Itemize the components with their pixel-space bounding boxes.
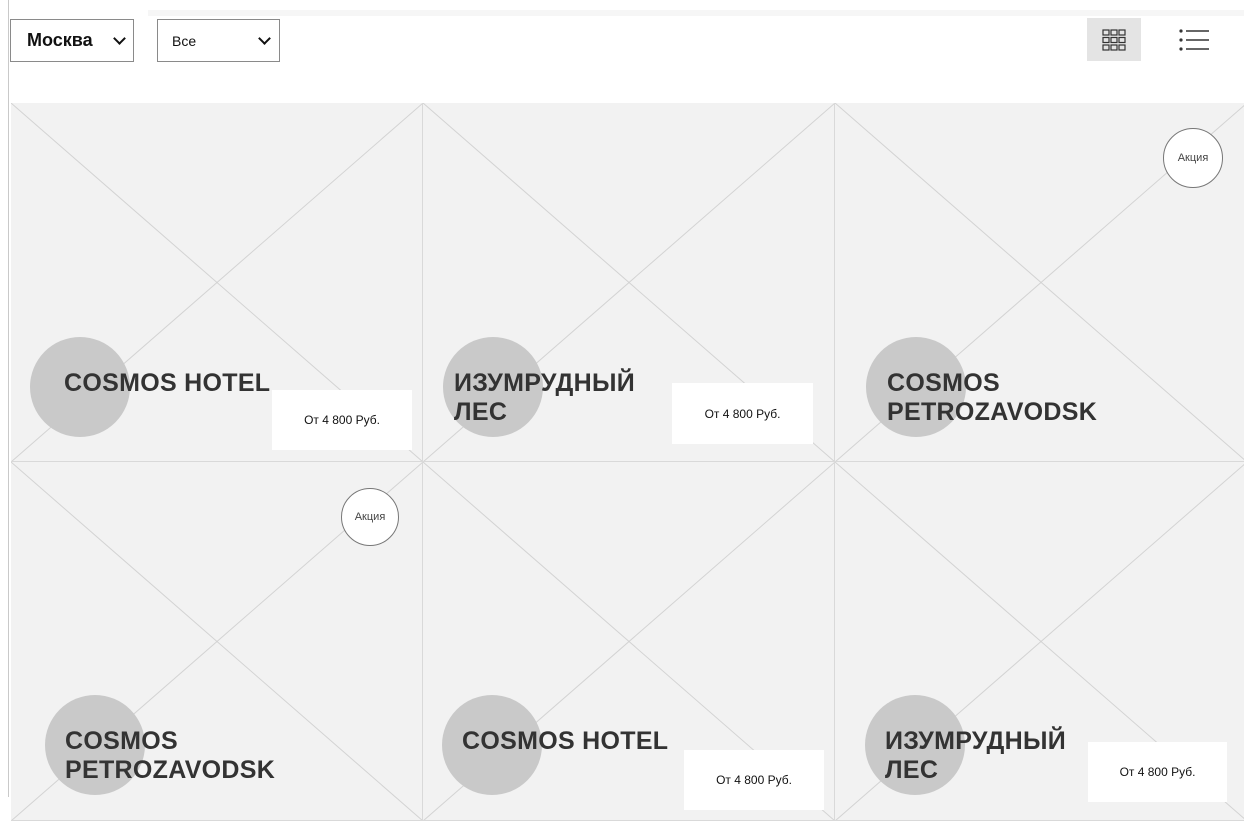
hotel-name: COSMOS HOTEL [462, 727, 669, 755]
chevron-down-icon [113, 32, 126, 45]
list-view-button[interactable] [1167, 18, 1221, 61]
category-select-value: Все [172, 32, 197, 49]
list-icon [1179, 28, 1209, 51]
promo-badge: Акция [1163, 128, 1223, 188]
hotel-name: COSMOS PETROZAVODSK [887, 369, 1098, 426]
hotel-name: ИЗУМРУДНЫЙ ЛЕС [454, 369, 635, 426]
category-select[interactable]: Все [157, 19, 280, 62]
header-strip [148, 10, 1244, 16]
hotel-card[interactable]: ИЗУМРУДНЫЙ ЛЕС От 4 800 Руб. [835, 462, 1244, 821]
hotel-card[interactable]: ИЗУМРУДНЫЙ ЛЕС От 4 800 Руб. [423, 103, 835, 462]
hotel-name: COSMOS HOTEL [64, 369, 271, 397]
price-tag: От 4 800 Руб. [672, 383, 813, 444]
hotel-card[interactable]: COSMOS HOTEL От 4 800 Руб. [423, 462, 835, 821]
hotel-card[interactable]: COSMOS PETROZAVODSK Акция [835, 103, 1244, 462]
chevron-down-icon [258, 32, 271, 45]
price-tag: От 4 800 Руб. [684, 750, 824, 810]
city-select[interactable]: Москва [10, 19, 134, 62]
hotel-name: COSMOS PETROZAVODSK [65, 727, 276, 784]
hotel-card[interactable]: COSMOS HOTEL От 4 800 Руб. [11, 103, 423, 462]
promo-badge: Акция [341, 488, 399, 546]
grid-icon [1102, 28, 1126, 51]
price-tag: От 4 800 Руб. [1088, 742, 1227, 802]
hotel-card[interactable]: COSMOS PETROZAVODSK Акция [11, 462, 423, 821]
city-select-value: Москва [27, 30, 93, 50]
hotel-name: ИЗУМРУДНЫЙ ЛЕС [885, 727, 1066, 784]
left-border [8, 0, 9, 797]
price-tag: От 4 800 Руб. [272, 390, 412, 450]
grid-view-button[interactable] [1087, 18, 1141, 61]
